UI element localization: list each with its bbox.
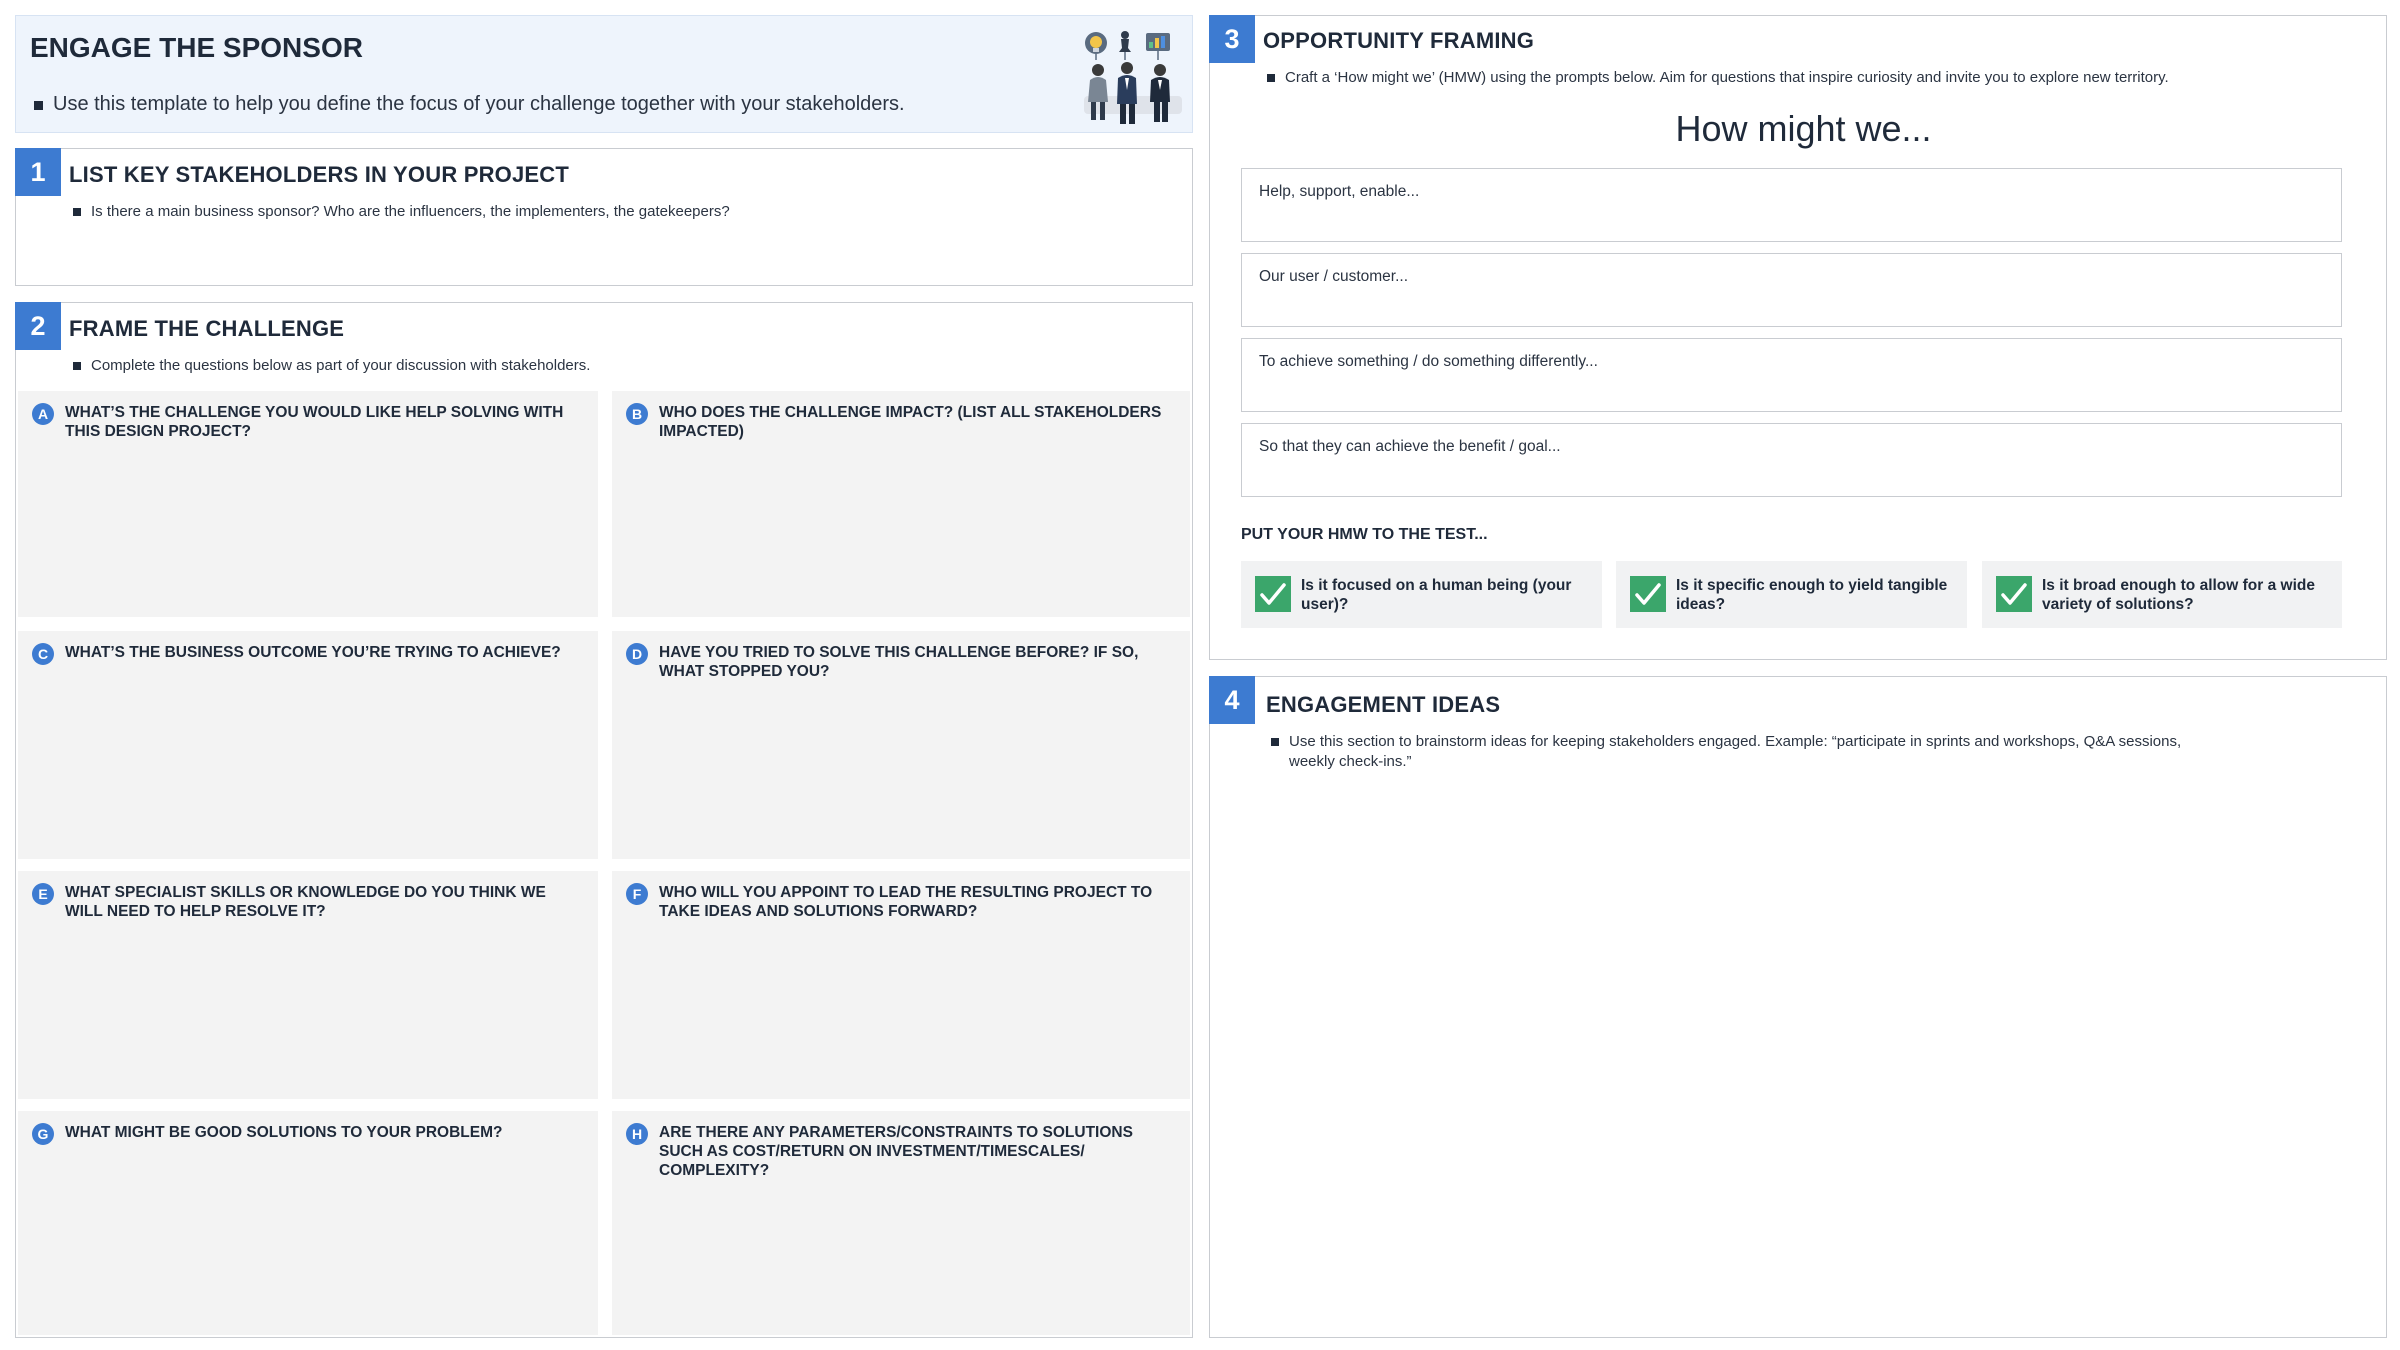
question-text: Have you tried to solve this challenge b… — [659, 644, 1139, 680]
hmw-prompt-placeholder: So that they can achieve the benefit / g… — [1259, 438, 1561, 455]
section-number: 3 — [1209, 15, 1255, 63]
hmw-heading: How might we... — [1675, 108, 1932, 149]
section-instruction: Is there a main business sponsor? Who ar… — [73, 202, 730, 222]
hmw-prompt-placeholder: To achieve something / do something diff… — [1259, 353, 1598, 370]
question-cell-e[interactable]: E What specialist skills or knowledge do… — [18, 871, 598, 1099]
stakeholders-illustration — [1078, 26, 1188, 128]
question-cell-h[interactable]: H Are there any parameters/constraints t… — [612, 1111, 1190, 1335]
hmw-test-text: Is it specific enough to yield tangible … — [1676, 577, 1948, 613]
question-text: Who does the challenge impact? (List all… — [659, 404, 1162, 440]
check-icon — [1996, 576, 2032, 612]
question-text: Are there any parameters/constraints to … — [659, 1124, 1133, 1179]
question-cell-c[interactable]: C What’s the business outcome you’re try… — [18, 631, 598, 859]
bullet-square-icon — [73, 208, 81, 216]
section-frame-challenge: 2 FRAME THE CHALLENGE Complete the quest… — [15, 302, 1193, 1338]
section-number: 4 — [1209, 676, 1255, 724]
check-icon — [1255, 576, 1291, 612]
section-title: OPPORTUNITY FRAMING — [1263, 28, 1535, 53]
bullet-square-icon — [1267, 74, 1275, 82]
hmw-prompt-field[interactable]: So that they can achieve the benefit / g… — [1241, 423, 2342, 497]
question-text: What might be good solutions to your pro… — [65, 1124, 503, 1141]
section-title: LIST KEY STAKEHOLDERS IN YOUR PROJECT — [69, 162, 570, 187]
hmw-prompt-field[interactable]: Our user / customer... — [1241, 253, 2342, 327]
question-letter: A — [32, 403, 54, 425]
section-instruction: Craft a ‘How might we’ (HMW) using the p… — [1267, 68, 2169, 88]
question-cell-b[interactable]: B Who does the challenge impact? (List a… — [612, 391, 1190, 617]
question-letter: C — [32, 643, 54, 665]
header-subtitle-text: Use this template to help you define the… — [53, 93, 905, 115]
section-title: ENGAGEMENT IDEAS — [1266, 692, 1501, 717]
section-instruction-text: Complete the questions below as part of … — [91, 357, 591, 374]
question-cell-d[interactable]: D Have you tried to solve this challenge… — [612, 631, 1190, 859]
hmw-prompt-field[interactable]: Help, support, enable... — [1241, 168, 2342, 242]
bullet-square-icon — [73, 362, 81, 370]
question-letter: B — [626, 403, 648, 425]
chart-icon — [1146, 33, 1170, 60]
question-text: What’s the business outcome you’re tryin… — [65, 644, 561, 661]
hmw-test-label: PUT YOUR HMW TO THE TEST... — [1241, 526, 1488, 543]
question-letter: G — [32, 1123, 54, 1145]
section-instruction-text: Is there a main business sponsor? Who ar… — [91, 203, 730, 220]
hmw-prompt-placeholder: Our user / customer... — [1259, 268, 1409, 285]
header-banner: ENGAGE THE SPONSOR Use this template to … — [15, 15, 1193, 133]
section-number: 1 — [15, 148, 61, 196]
hmw-test-card[interactable]: Is it broad enough to allow for a wide v… — [1982, 561, 2342, 628]
check-icon — [1630, 576, 1666, 612]
hmw-prompt-placeholder: Help, support, enable... — [1259, 183, 1420, 200]
question-text: Who will you appoint to lead the resulti… — [659, 884, 1153, 920]
hmw-test-card[interactable]: Is it specific enough to yield tangible … — [1616, 561, 1967, 628]
lightbulb-icon — [1085, 32, 1107, 60]
page-title: ENGAGE THE SPONSOR — [30, 32, 363, 63]
question-text: What specialist skills or knowledge do y… — [65, 884, 546, 920]
question-letter: F — [626, 883, 648, 905]
question-letter: E — [32, 883, 54, 905]
section-instruction: Complete the questions below as part of … — [73, 356, 590, 376]
section-number: 2 — [15, 302, 61, 350]
question-cell-f[interactable]: F Who will you appoint to lead the resul… — [612, 871, 1190, 1099]
section-instruction-text: Craft a ‘How might we’ (HMW) using the p… — [1285, 69, 2169, 86]
question-letter: H — [626, 1123, 648, 1145]
header-subtitle: Use this template to help you define the… — [34, 94, 905, 114]
question-letter: D — [626, 643, 648, 665]
hmw-test-text: Is it focused on a human being (your use… — [1301, 577, 1572, 613]
section-instruction-text: Use this section to brainstorm ideas for… — [1289, 733, 2182, 770]
section-instruction: Use this section to brainstorm ideas for… — [1271, 732, 2231, 772]
bullet-square-icon — [1271, 738, 1279, 746]
section-title: FRAME THE CHALLENGE — [69, 316, 345, 341]
hmw-test-text: Is it broad enough to allow for a wide v… — [2042, 577, 2315, 613]
chess-piece-icon — [1119, 31, 1131, 60]
question-cell-a[interactable]: A What’s the challenge you would like he… — [18, 391, 598, 617]
section-stakeholders[interactable]: 1 LIST KEY STAKEHOLDERS IN YOUR PROJECT … — [15, 148, 1193, 286]
question-text: What’s the challenge you would like help… — [65, 404, 564, 440]
bullet-square-icon — [34, 101, 43, 110]
question-cell-g[interactable]: G What might be good solutions to your p… — [18, 1111, 598, 1335]
hmw-prompt-field[interactable]: To achieve something / do something diff… — [1241, 338, 2342, 412]
section-engagement-ideas[interactable]: 4 ENGAGEMENT IDEAS Use this section to b… — [1209, 676, 2387, 1338]
hmw-test-card[interactable]: Is it focused on a human being (your use… — [1241, 561, 1602, 628]
